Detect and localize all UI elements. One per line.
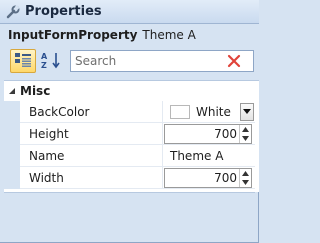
sort-alphabetical-icon: A Z xyxy=(41,51,61,72)
property-name: BackColor xyxy=(29,105,90,119)
property-value: 700 xyxy=(214,171,237,185)
property-row-height[interactable]: Height 700 xyxy=(4,123,255,145)
width-spin-field[interactable]: 700 xyxy=(164,168,252,188)
svg-text:A: A xyxy=(41,52,48,61)
column-divider xyxy=(162,123,163,145)
properties-title-bar[interactable]: Properties xyxy=(0,0,259,24)
arrow-up-icon xyxy=(242,171,249,176)
spin-up-button[interactable] xyxy=(240,169,251,178)
search-input[interactable] xyxy=(71,54,211,68)
height-spin-field[interactable]: 700 xyxy=(164,124,252,144)
spin-buttons xyxy=(239,169,251,187)
properties-panel: Properties InputFormProperty Theme A A Z… xyxy=(0,0,259,243)
clear-x-icon xyxy=(227,54,241,71)
svg-text:Z: Z xyxy=(41,61,47,69)
properties-toolbar: A Z xyxy=(0,46,259,80)
property-row-name[interactable]: Name Theme A xyxy=(4,145,255,167)
categorized-icon xyxy=(14,52,32,71)
row-gutter xyxy=(4,167,20,189)
arrow-down-icon xyxy=(242,136,249,141)
row-gutter xyxy=(4,123,20,145)
color-swatch xyxy=(170,105,190,119)
alphabetical-button[interactable]: A Z xyxy=(38,49,64,73)
spin-down-button[interactable] xyxy=(240,134,251,143)
chevron-down-icon xyxy=(243,109,251,114)
property-name: Height xyxy=(29,127,69,141)
row-gutter xyxy=(4,101,20,123)
height-value-editor: 700 xyxy=(164,123,254,145)
spin-buttons xyxy=(239,125,251,143)
property-value: 700 xyxy=(214,127,237,141)
selected-object-row: InputFormProperty Theme A xyxy=(0,24,259,46)
property-name: Name xyxy=(29,149,65,163)
category-misc[interactable]: Misc xyxy=(4,81,255,101)
search-box xyxy=(70,50,254,72)
arrow-up-icon xyxy=(242,127,249,132)
property-grid: Misc BackColor White Height 700 Name The… xyxy=(4,80,259,192)
column-divider xyxy=(162,145,163,167)
property-value: White xyxy=(196,105,231,119)
spin-down-button[interactable] xyxy=(240,178,251,187)
spin-up-button[interactable] xyxy=(240,125,251,134)
object-type-label: InputFormProperty xyxy=(8,28,138,42)
description-area xyxy=(4,192,255,239)
row-gutter xyxy=(4,145,20,167)
column-divider xyxy=(162,101,163,123)
width-value-editor: 700 xyxy=(164,167,254,189)
property-row-width[interactable]: Width 700 xyxy=(4,167,255,189)
name-value-editor[interactable]: Theme A xyxy=(164,145,254,167)
panel-title: Properties xyxy=(25,4,102,19)
category-label: Misc xyxy=(20,84,51,98)
color-dropdown-button[interactable] xyxy=(240,103,254,121)
color-value-editor[interactable]: White xyxy=(164,101,254,123)
clear-search-button[interactable] xyxy=(225,53,243,71)
column-divider xyxy=(162,167,163,189)
property-row-backcolor[interactable]: BackColor White xyxy=(4,101,255,123)
categorized-button[interactable] xyxy=(10,49,36,73)
arrow-down-icon xyxy=(242,180,249,185)
property-value: Theme A xyxy=(170,149,224,163)
chevron-down-icon[interactable] xyxy=(4,81,20,101)
object-name-label: Theme A xyxy=(142,28,196,42)
wrench-icon xyxy=(6,4,20,19)
property-name: Width xyxy=(29,171,64,185)
